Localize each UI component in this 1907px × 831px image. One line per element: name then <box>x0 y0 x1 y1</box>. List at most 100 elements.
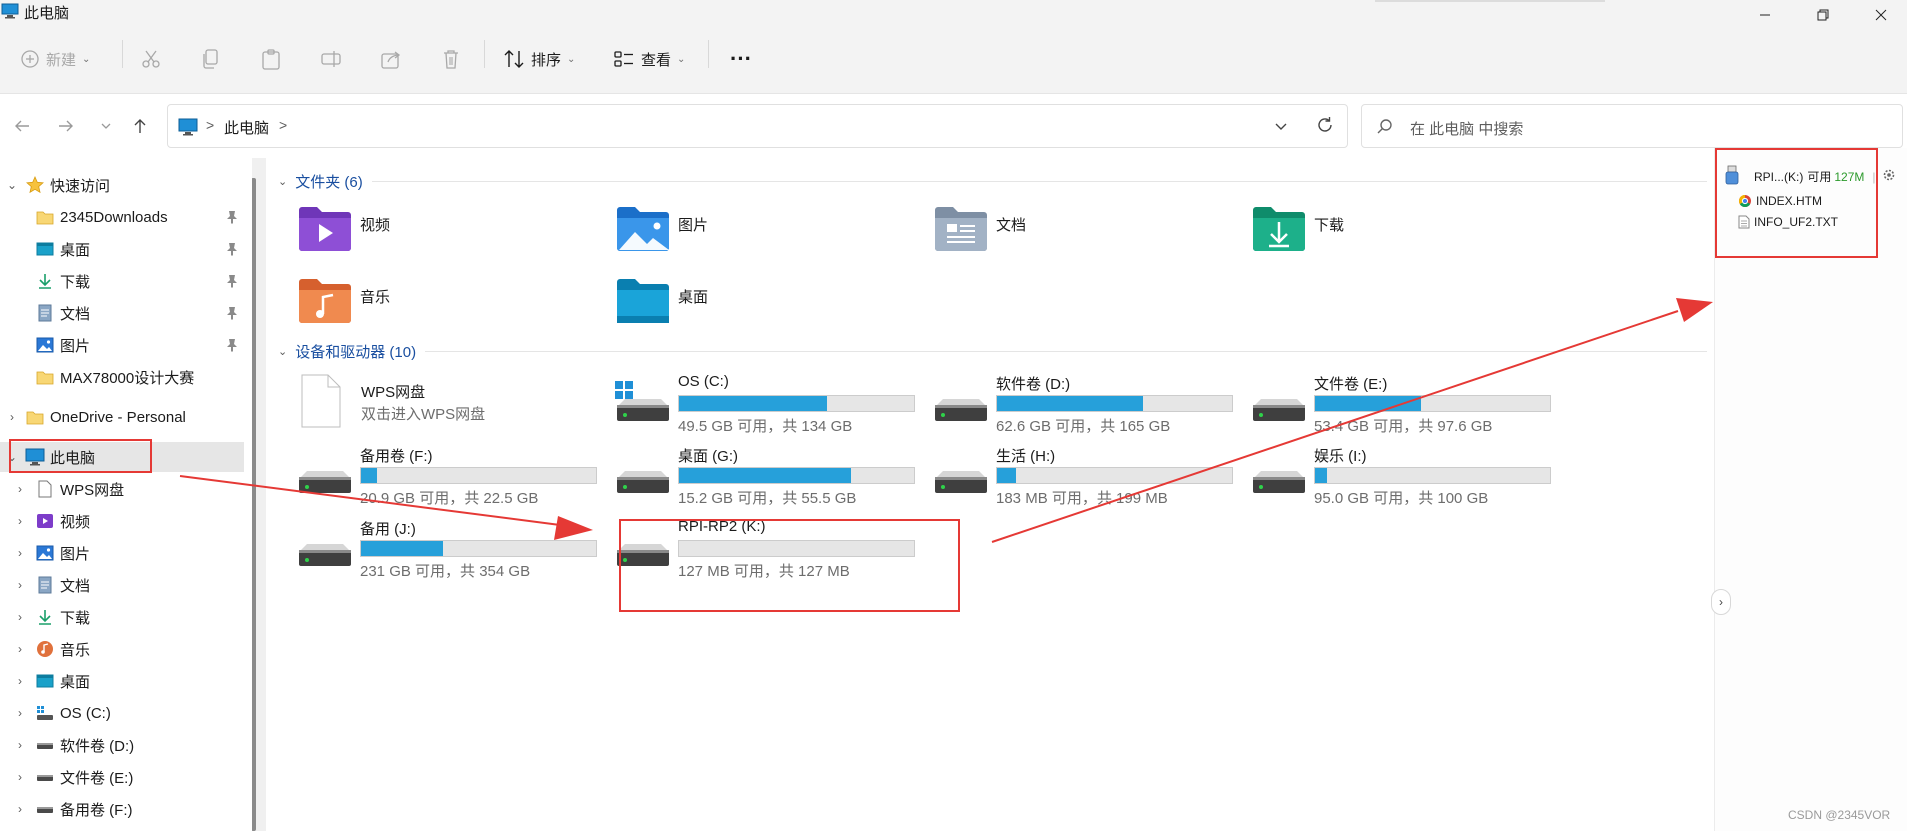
nav-pc-item[interactable]: › 桌面 <box>0 666 244 696</box>
folder-item[interactable]: 下载 <box>1251 204 1551 264</box>
desktop-icon <box>35 239 55 259</box>
copy-button[interactable] <box>200 48 222 70</box>
pin-icon[interactable] <box>226 306 238 324</box>
nav-label: 文件卷 (E:) <box>60 769 134 787</box>
drive-item[interactable]: 软件卷 (D:) 62.6 GB 可用，共 165 GB <box>933 373 1253 439</box>
forward-button[interactable] <box>54 114 78 138</box>
chevron-right-icon[interactable]: › <box>14 706 26 720</box>
refresh-button[interactable] <box>1315 115 1335 140</box>
drive-item[interactable]: OS (C:) 49.5 GB 可用，共 134 GB <box>615 373 935 439</box>
nav-pc-item[interactable]: › 文档 <box>0 570 244 600</box>
address-history-button[interactable] <box>1273 118 1289 139</box>
folder-item[interactable]: 视频 <box>297 204 597 264</box>
chevron-down-icon[interactable]: ⌄ <box>6 178 18 192</box>
nav-quick-item[interactable]: 下载 <box>0 266 244 296</box>
desktop-folder-icon <box>615 276 671 326</box>
capacity-bar <box>678 467 915 484</box>
paste-button[interactable] <box>260 48 282 70</box>
new-button[interactable]: 新建 ⌄ <box>20 48 90 70</box>
view-label: 查看 <box>641 51 672 69</box>
address-bar[interactable]: > 此电脑 > <box>167 104 1348 148</box>
drive-name: 文件卷 (E:) <box>1314 376 1388 393</box>
drive-item[interactable]: 生活 (H:) 183 MB 可用，共 199 MB <box>933 445 1253 511</box>
chevron-right-icon[interactable]: › <box>14 770 26 784</box>
documents-folder-icon <box>933 204 989 254</box>
rename-button[interactable] <box>320 48 342 70</box>
folder-item[interactable]: 桌面 <box>615 276 915 336</box>
breadcrumb-this-pc[interactable]: 此电脑 <box>224 117 269 138</box>
nav-pc-item[interactable]: › 音乐 <box>0 634 244 664</box>
file-icon <box>298 373 344 434</box>
nav-pc-item[interactable]: › 软件卷 (D:) <box>0 730 244 760</box>
chevron-right-icon[interactable]: › <box>14 578 26 592</box>
chevron-down-icon: ⌄ <box>677 53 686 65</box>
nav-label: WPS网盘 <box>60 481 125 499</box>
folders-group-header[interactable]: ⌄ 文件夹 (6) <box>278 170 363 192</box>
drive-item[interactable]: 桌面 (G:) 15.2 GB 可用，共 55.5 GB <box>615 445 935 511</box>
nav-quick-item[interactable]: 文档 <box>0 298 244 328</box>
nav-quick-item[interactable]: 2345Downloads <box>0 202 244 232</box>
chevron-right-icon[interactable]: › <box>14 610 26 624</box>
document-icon <box>35 575 55 595</box>
nav-pc-item[interactable]: › 视频 <box>0 506 244 536</box>
pin-icon[interactable] <box>226 242 238 260</box>
chevron-right-icon[interactable]: › <box>14 546 26 560</box>
back-button[interactable] <box>10 114 34 138</box>
nav-label: 备用卷 (F:) <box>60 801 133 819</box>
drive-item[interactable]: 备用 (J:) 231 GB 可用，共 354 GB <box>297 518 617 584</box>
rename-icon <box>321 51 341 67</box>
chevron-right-icon[interactable]: › <box>14 674 26 688</box>
nav-label: 软件卷 (D:) <box>60 737 135 755</box>
nav-pc-item[interactable]: › 文件卷 (E:) <box>0 762 244 792</box>
nav-pc-item[interactable]: › 图片 <box>0 538 244 568</box>
panel-expand-button[interactable]: › <box>1711 589 1731 615</box>
capacity-fill <box>1315 396 1421 411</box>
chevron-right-icon[interactable]: › <box>14 482 26 496</box>
nav-pc-item[interactable]: › WPS网盘 <box>0 474 244 504</box>
nav-quick-item[interactable]: MAX78000设计大赛 <box>0 362 244 392</box>
chevron-right-icon[interactable]: › <box>14 802 26 816</box>
drive-icon <box>297 453 353 508</box>
delete-button[interactable] <box>440 48 462 70</box>
search-box[interactable]: 在 此电脑 中搜索 <box>1361 104 1903 148</box>
chevron-right-icon[interactable]: › <box>6 410 18 424</box>
folder-item[interactable]: 文档 <box>933 204 1233 264</box>
drive-name: 备用 (J:) <box>360 521 416 538</box>
up-button[interactable] <box>128 114 152 138</box>
nav-quick-access[interactable]: ⌄ 快速访问 <box>0 170 244 200</box>
pin-icon[interactable] <box>226 274 238 292</box>
pin-icon[interactable] <box>226 210 238 228</box>
view-button[interactable]: 查看 ⌄ <box>613 48 685 70</box>
folder-name: 视频 <box>360 217 391 234</box>
devices-group-header[interactable]: ⌄ 设备和驱动器 (10) <box>278 340 416 362</box>
nav-pc-item[interactable]: › 备用卷 (F:) <box>0 794 244 824</box>
gear-icon[interactable] <box>1882 168 1896 185</box>
sort-button[interactable]: 排序 ⌄ <box>503 48 575 70</box>
drive-item[interactable]: 娱乐 (I:) 95.0 GB 可用，共 100 GB <box>1251 445 1571 511</box>
drive-icon <box>933 453 989 508</box>
share-button[interactable] <box>380 48 402 70</box>
nav-pc-item[interactable]: › OS (C:) <box>0 698 244 728</box>
chevron-right-icon[interactable]: › <box>14 738 26 752</box>
chevron-right-icon[interactable]: › <box>14 642 26 656</box>
nav-label: 音乐 <box>60 641 91 659</box>
pin-icon[interactable] <box>226 338 238 356</box>
drive-item[interactable]: 备用卷 (F:) 20.9 GB 可用，共 22.5 GB <box>297 445 617 511</box>
nav-label: 图片 <box>60 545 91 563</box>
drive-item[interactable]: 文件卷 (E:) 53.4 GB 可用，共 97.6 GB <box>1251 373 1571 439</box>
nav-quick-item[interactable]: 图片 <box>0 330 244 360</box>
recent-locations-button[interactable] <box>94 114 118 138</box>
folder-item[interactable]: 图片 <box>615 204 915 264</box>
drive-capacity: 15.2 GB 可用，共 55.5 GB <box>678 490 857 507</box>
breadcrumb-separator[interactable]: > <box>279 117 287 133</box>
chevron-right-icon[interactable]: › <box>14 514 26 528</box>
nav-quick-item[interactable]: 桌面 <box>0 234 244 264</box>
folder-item[interactable]: 音乐 <box>297 276 597 336</box>
breadcrumb-separator: > <box>206 117 215 133</box>
cut-button[interactable] <box>140 48 162 70</box>
more-button[interactable]: ··· <box>730 46 752 71</box>
drive-icon <box>933 381 989 436</box>
nav-onedrive[interactable]: › OneDrive - Personal <box>0 402 244 432</box>
nav-pc-item[interactable]: › 下载 <box>0 602 244 632</box>
wps-cloud-item[interactable]: WPS网盘 双击进入WPS网盘 <box>298 373 618 439</box>
